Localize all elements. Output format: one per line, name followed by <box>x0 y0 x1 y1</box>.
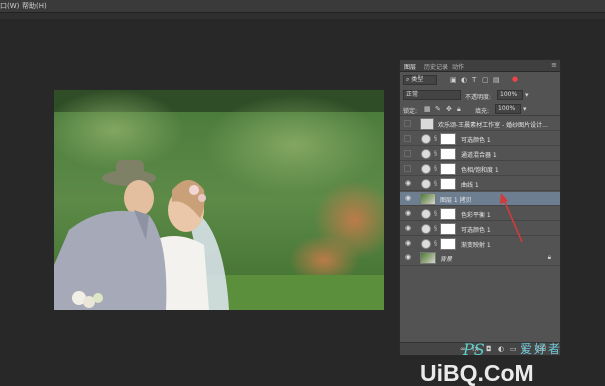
shape-filter-icon[interactable]: ▢ <box>482 76 489 84</box>
filter-kind-select[interactable]: ⌕ 类型 <box>403 75 437 85</box>
layer-mask-thumbnail[interactable] <box>440 163 456 175</box>
panel-tabs: 图层 历史记录 动作 ≡ <box>400 60 560 72</box>
layer-name[interactable]: 背景 <box>440 254 452 263</box>
blend-row: 正常 不透明度: 100% ▾ <box>400 88 560 102</box>
link-icon: § <box>434 240 437 247</box>
adjustment-layer-icon <box>421 224 431 234</box>
eye-icon[interactable]: ◉ <box>405 240 412 247</box>
eye-icon[interactable]: ◉ <box>405 254 412 261</box>
lock-all-icon[interactable]: 🔒︎ <box>457 105 461 113</box>
lock-row: 锁定: ▦ ✎ ✥ 🔒︎ 填充: 100% ▾ <box>400 102 560 116</box>
menu-bar: 口(W) 帮助(H) <box>0 0 605 13</box>
fill-input[interactable]: 100% <box>495 104 521 114</box>
photoshop-window: 口(W) 帮助(H) 图层 历史记录 动作 ≡ ⌕ 类型 ▣ ◐ T ▢ ▤ ●… <box>0 0 605 386</box>
lock-position-icon[interactable]: ✥ <box>446 105 452 113</box>
menu-window[interactable]: 口(W) <box>0 1 19 11</box>
adjustment-layer-icon <box>421 134 431 144</box>
visibility-toggle-off[interactable] <box>404 120 411 127</box>
new-adjustment-icon[interactable]: ◐ <box>498 345 504 353</box>
layer-mask-thumbnail[interactable] <box>440 238 456 250</box>
type-filter-icon[interactable]: T <box>472 76 476 84</box>
filter-toggle-icon[interactable]: ● <box>512 75 518 83</box>
link-icon: § <box>434 150 437 157</box>
adjustment-layer-icon <box>421 209 431 219</box>
tab-layers[interactable]: 图层 <box>404 62 416 71</box>
fill-label: 填充: <box>475 108 490 115</box>
options-bar <box>0 13 605 19</box>
layer-mask-thumbnail[interactable] <box>440 133 456 145</box>
menu-help[interactable]: 帮助(H) <box>22 1 47 11</box>
fill-dropdown-icon[interactable]: ▾ <box>523 105 527 113</box>
filter-row: ⌕ 类型 ▣ ◐ T ▢ ▤ ● <box>400 73 560 87</box>
search-icon: ⌕ <box>406 76 410 83</box>
lock-transparent-icon[interactable]: ▦ <box>424 105 431 113</box>
layer-name[interactable]: 图层 1 拷贝 <box>440 195 472 204</box>
watermark-url: UiBQ.CoM <box>420 360 534 386</box>
layer-name[interactable]: 可选颜色 1 <box>461 135 491 144</box>
adjustment-layer-icon <box>421 164 431 174</box>
add-mask-icon[interactable]: ◘ <box>486 345 492 353</box>
link-icon: § <box>434 135 437 142</box>
opacity-input[interactable]: 100% <box>497 90 523 100</box>
wedding-photo-image <box>54 90 384 310</box>
blend-mode-select[interactable]: 正常 <box>403 90 461 100</box>
link-icon: § <box>434 210 437 217</box>
link-icon: § <box>434 165 437 172</box>
visibility-toggle-off[interactable] <box>404 135 411 142</box>
adjustment-layer-icon <box>421 179 431 189</box>
lock-label: 锁定: <box>403 108 418 115</box>
panel-menu-icon[interactable]: ≡ <box>551 61 557 69</box>
watermark-ps-logo: PS <box>463 340 485 359</box>
new-group-icon[interactable]: ▭ <box>510 345 517 353</box>
layer-row[interactable]: § 可选颜色 1 <box>400 132 560 146</box>
layer-row[interactable]: 欢乐颂-王晨素材工作室 - 婚纱图片设计... <box>400 117 560 131</box>
annotation-arrow-icon <box>500 193 523 243</box>
document-canvas-photo[interactable] <box>54 90 384 310</box>
adjustment-layer-icon <box>421 239 431 249</box>
adjustment-layer-icon <box>421 149 431 159</box>
layer-row[interactable]: § 色相/饱和度 1 <box>400 162 560 176</box>
layer-mask-thumbnail[interactable] <box>440 208 456 220</box>
adjustment-filter-icon[interactable]: ◐ <box>461 76 467 84</box>
tab-history[interactable]: 历史记录 <box>424 62 448 71</box>
tab-actions[interactable]: 动作 <box>452 62 464 71</box>
layer-mask-thumbnail[interactable] <box>440 178 456 190</box>
filter-kind-label: 类型 <box>411 76 424 83</box>
link-icon: § <box>434 225 437 232</box>
eye-icon[interactable]: ◉ <box>405 195 412 202</box>
watermark-site-name: 爱好者 <box>520 342 563 356</box>
text-layer-thumbnail <box>420 118 434 130</box>
visibility-toggle-off[interactable] <box>404 165 411 172</box>
layer-name[interactable]: 欢乐颂-王晨素材工作室 - 婚纱图片设计... <box>438 120 548 129</box>
layer-name[interactable]: 色相/饱和度 1 <box>461 165 499 174</box>
layer-row[interactable]: § 通道混合器 1 <box>400 147 560 161</box>
link-icon: § <box>434 180 437 187</box>
lock-icon: 🔒︎ <box>547 254 551 261</box>
layer-mask-thumbnail[interactable] <box>440 148 456 160</box>
layer-name[interactable]: 通道混合器 1 <box>461 150 497 159</box>
layer-thumbnail <box>420 193 436 205</box>
eye-icon[interactable]: ◉ <box>405 180 412 187</box>
opacity-label: 不透明度: <box>465 94 492 101</box>
layer-row[interactable]: ◉ 背景 🔒︎ <box>400 250 560 266</box>
lock-image-icon[interactable]: ✎ <box>435 105 441 113</box>
eye-icon[interactable]: ◉ <box>405 210 412 217</box>
visibility-toggle-off[interactable] <box>404 150 411 157</box>
layer-mask-thumbnail[interactable] <box>440 223 456 235</box>
pixel-filter-icon[interactable]: ▣ <box>450 76 457 84</box>
background-thumbnail <box>420 252 436 264</box>
eye-icon[interactable]: ◉ <box>405 225 412 232</box>
opacity-dropdown-icon[interactable]: ▾ <box>525 91 529 99</box>
smart-object-filter-icon[interactable]: ▤ <box>493 76 500 84</box>
